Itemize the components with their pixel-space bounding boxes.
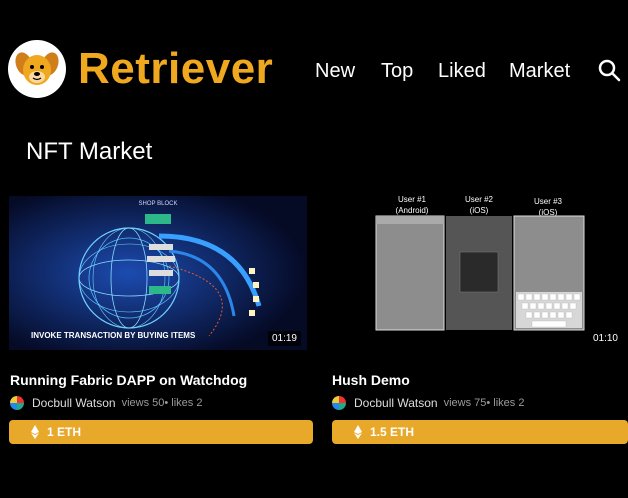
thumb-user1-name: User #1 <box>398 196 427 204</box>
thumb-user1-platform: (Android) <box>396 206 429 215</box>
video-stats: views 75• likes 2 <box>443 397 525 409</box>
video-stats: views 50• likes 2 <box>121 397 203 409</box>
page-title: NFT Market <box>26 138 153 165</box>
thumbnail-image: User #1 (Android) User #2 (iOS) User #3 … <box>375 196 585 331</box>
video-title[interactable]: Running Fabric DAPP on Watchdog <box>10 372 247 388</box>
avatar[interactable] <box>332 396 346 410</box>
nav-new[interactable]: New <box>315 60 355 83</box>
author-name[interactable]: Docbull Watson <box>32 396 116 410</box>
price-button[interactable]: 1 ETH <box>9 420 313 444</box>
header: Retriever New Top Liked Market <box>0 0 628 130</box>
price-button[interactable]: 1.5 ETH <box>332 420 628 444</box>
thumb-user2-name: User #2 <box>465 196 494 204</box>
thumb-caption-text: INVOKE TRANSACTION BY BUYING ITEMS <box>31 331 196 340</box>
price-label: 1.5 ETH <box>370 425 415 439</box>
brand-name: Retriever <box>78 44 274 93</box>
logo[interactable]: Retriever <box>8 40 273 98</box>
avatar[interactable] <box>10 396 24 410</box>
video-title[interactable]: Hush Demo <box>332 372 410 388</box>
thumbnail-image: SHOP BLOCK INVOKE TRANSACTION BY BUYING … <box>9 196 307 350</box>
author-name[interactable]: Docbull Watson <box>354 396 438 410</box>
eth-icon <box>354 425 362 439</box>
video-card[interactable]: SHOP BLOCK INVOKE TRANSACTION BY BUYING … <box>9 196 315 444</box>
video-meta: Docbull Watson views 75• likes 2 <box>332 396 524 410</box>
thumb-header-text: SHOP BLOCK <box>139 201 178 207</box>
nav-top[interactable]: Top <box>381 60 413 83</box>
video-meta: Docbull Watson views 50• likes 2 <box>10 396 202 410</box>
thumb-user2-platform: (iOS) <box>470 206 489 215</box>
thumb-user3-name: User #3 <box>534 197 563 206</box>
nav-liked[interactable]: Liked <box>438 60 486 83</box>
video-duration: 01:10 <box>588 331 622 346</box>
nav-market[interactable]: Market <box>509 60 570 83</box>
video-duration: 01:19 <box>267 331 301 346</box>
eth-icon <box>31 425 39 439</box>
video-thumbnail[interactable]: User #1 (Android) User #2 (iOS) User #3 … <box>332 196 628 350</box>
dog-logo-icon <box>8 40 66 98</box>
price-label: 1 ETH <box>47 425 82 439</box>
video-thumbnail[interactable]: SHOP BLOCK INVOKE TRANSACTION BY BUYING … <box>9 196 307 350</box>
video-card[interactable]: User #1 (Android) User #2 (iOS) User #3 … <box>332 196 628 444</box>
search-icon[interactable] <box>597 58 621 82</box>
